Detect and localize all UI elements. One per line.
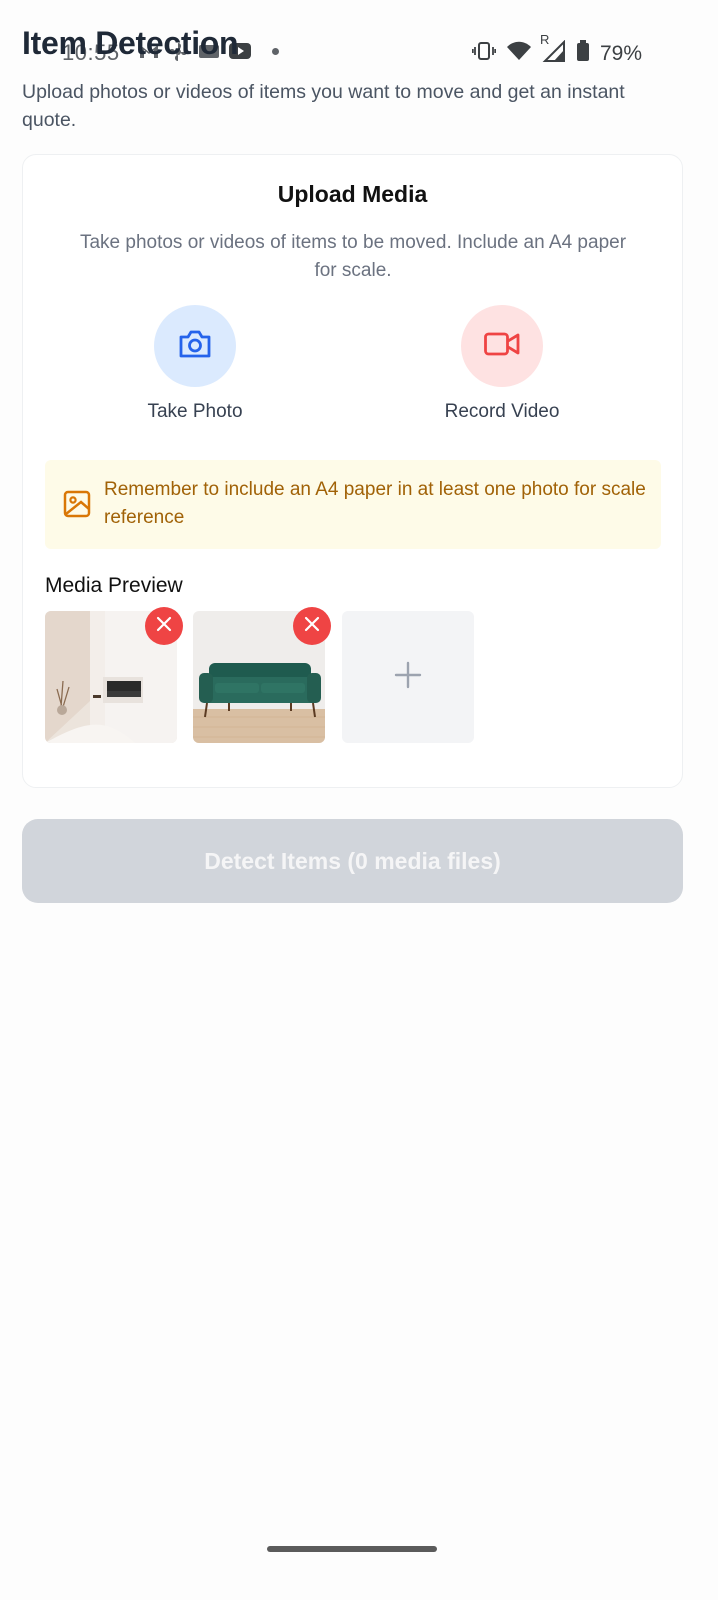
notification-dot <box>272 48 279 55</box>
close-icon <box>156 616 172 637</box>
take-photo-label: Take Photo <box>147 401 243 422</box>
record-video-button[interactable]: Record Video <box>402 305 602 423</box>
remove-photo-1-button[interactable] <box>145 607 183 645</box>
notice-text: Remember to include an A4 paper in at le… <box>104 479 646 528</box>
home-indicator[interactable] <box>267 1546 437 1552</box>
wifi-icon <box>506 41 532 66</box>
signal-badge: R <box>539 32 550 47</box>
media-preview-title: Media Preview <box>45 574 183 597</box>
page-title: Item Detection <box>22 25 239 61</box>
battery-icon <box>576 40 590 67</box>
record-video-label: Record Video <box>444 401 560 422</box>
remove-photo-2-button[interactable] <box>293 607 331 645</box>
take-photo-circle[interactable] <box>154 305 236 387</box>
screen: 10:55 R 79% Item Detection Upload photos… <box>0 0 718 1600</box>
image-icon <box>63 490 91 523</box>
video-camera-icon <box>483 330 521 363</box>
camera-icon <box>177 328 213 365</box>
add-media-button[interactable] <box>342 611 474 743</box>
upload-media-title: Upload Media <box>277 181 428 207</box>
scale-reference-notice: Remember to include an A4 paper in at le… <box>45 460 661 549</box>
signal-icon: R <box>540 32 566 67</box>
system-icons: R 79% <box>471 32 642 67</box>
vibrate-icon <box>471 41 497 66</box>
detect-items-button[interactable]: Detect Items (0 media files) <box>22 819 683 903</box>
record-video-circle[interactable] <box>461 305 543 387</box>
upload-media-description: Take photos or videos of items to be mov… <box>79 232 627 281</box>
plus-icon <box>394 661 422 694</box>
battery-percent: 79% <box>599 41 642 65</box>
take-photo-button[interactable]: Take Photo <box>95 305 295 423</box>
page-subtitle: Upload photos or videos of items you wan… <box>22 81 625 131</box>
close-icon <box>304 616 320 637</box>
upload-media-card: Upload Media Take photos or videos of it… <box>22 154 683 788</box>
